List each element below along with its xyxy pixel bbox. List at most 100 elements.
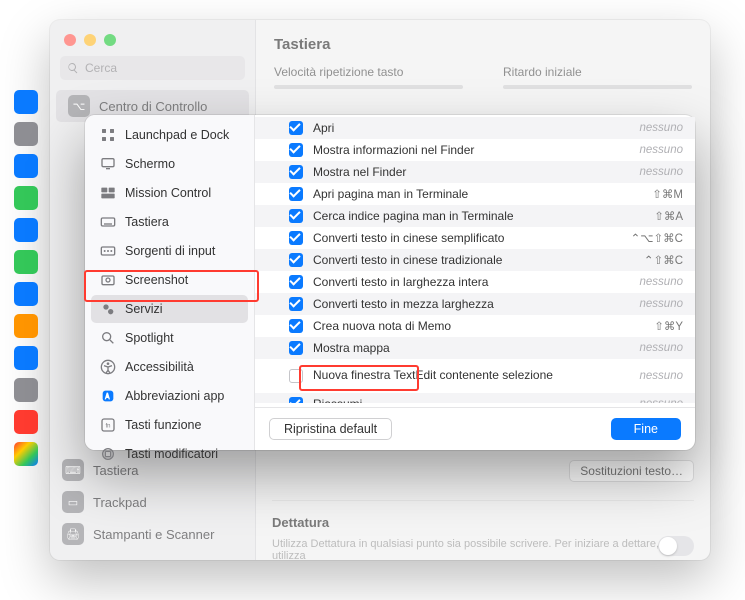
- row-shortcut[interactable]: ⌃⇧⌘C: [621, 253, 683, 267]
- search-icon: [67, 62, 79, 74]
- repeat-slider[interactable]: [274, 85, 463, 89]
- shortcut-row[interactable]: Mostra nel Finder nessuno: [255, 161, 695, 183]
- category-input[interactable]: Sorgenti di input: [91, 237, 248, 265]
- minimize-icon[interactable]: [84, 34, 96, 46]
- row-checkbox[interactable]: [289, 187, 303, 201]
- bg-icon: [14, 90, 38, 114]
- row-checkbox[interactable]: [289, 209, 303, 223]
- category-mission[interactable]: Mission Control: [91, 179, 248, 207]
- row-shortcut[interactable]: ⌃⌥⇧⌘C: [621, 231, 683, 245]
- category-label: Launchpad e Dock: [125, 128, 229, 142]
- row-checkbox[interactable]: [289, 341, 303, 355]
- slider-label-delay: Ritardo iniziale: [503, 65, 582, 79]
- slider-row: Velocità ripetizione tasto Ritardo inizi…: [256, 61, 710, 99]
- done-button[interactable]: Fine: [611, 418, 681, 440]
- row-label: Converti testo in cinese semplificato: [313, 231, 621, 245]
- shortcut-row[interactable]: Cerca indice pagina man in Terminale ⇧⌘A: [255, 205, 695, 227]
- shortcut-row[interactable]: Converti testo in larghezza intera nessu…: [255, 271, 695, 293]
- row-checkbox[interactable]: [289, 275, 303, 289]
- sidebar-item-label: Stampanti e Scanner: [93, 527, 214, 542]
- row-shortcut[interactable]: nessuno: [621, 370, 683, 382]
- category-label: Sorgenti di input: [125, 244, 215, 258]
- category-spotlight[interactable]: Spotlight: [91, 324, 248, 352]
- bg-icon: [14, 282, 38, 306]
- row-checkbox[interactable]: [289, 297, 303, 311]
- search-input[interactable]: Cerca: [60, 56, 245, 80]
- sidebar-item-trackpad[interactable]: ▭ Trackpad: [50, 486, 255, 518]
- bg-icon: [14, 314, 38, 338]
- dictation-desc: Utilizza Dettatura in qualsiasi punto si…: [272, 538, 694, 560]
- keyboard-icon: ⌨: [62, 459, 84, 481]
- row-checkbox[interactable]: [289, 253, 303, 267]
- shortcut-row[interactable]: Converti testo in cinese tradizionale ⌃⇧…: [255, 249, 695, 271]
- category-keyboard[interactable]: Tastiera: [91, 208, 248, 236]
- sidebar-item-printers[interactable]: 🖨 Stampanti e Scanner: [50, 518, 255, 550]
- keyboard-icon: [99, 213, 117, 231]
- shortcut-row[interactable]: Apri nessuno: [255, 117, 695, 139]
- row-checkbox[interactable]: [289, 143, 303, 157]
- row-shortcut[interactable]: ⇧⌘A: [621, 209, 683, 223]
- row-label: Converti testo in cinese tradizionale: [313, 253, 621, 267]
- row-label: Mostra informazioni nel Finder: [313, 143, 621, 157]
- category-label: Tastiera: [125, 215, 169, 229]
- row-label: Crea nuova nota di Memo: [313, 319, 621, 333]
- modifier-icon: [99, 445, 117, 463]
- accessibility-icon: [99, 358, 117, 376]
- row-shortcut[interactable]: nessuno: [621, 122, 683, 134]
- category-modifier[interactable]: Tasti modificatori: [91, 440, 248, 468]
- shortcuts-main: Apri nessuno Mostra informazioni nel Fin…: [255, 115, 695, 450]
- bg-icon: [14, 250, 38, 274]
- shortcut-row[interactable]: Crea nuova nota di Memo ⇧⌘Y: [255, 315, 695, 337]
- shortcut-rows: Apri nessuno Mostra informazioni nel Fin…: [255, 115, 695, 403]
- row-shortcut[interactable]: ⇧⌘Y: [621, 319, 683, 333]
- text-substitutions-button[interactable]: Sostituzioni testo…: [569, 460, 694, 482]
- window-controls[interactable]: [50, 20, 255, 56]
- shortcut-row[interactable]: Converti testo in cinese semplificato ⌃⌥…: [255, 227, 695, 249]
- category-display[interactable]: Schermo: [91, 150, 248, 178]
- bg-icon: [14, 410, 38, 434]
- category-label: Tasti modificatori: [125, 447, 218, 461]
- category-screenshot[interactable]: Screenshot: [91, 266, 248, 294]
- shortcut-row[interactable]: Mostra mappa nessuno: [255, 337, 695, 359]
- mission-icon: [99, 184, 117, 202]
- category-grid[interactable]: Launchpad e Dock: [91, 121, 248, 149]
- delay-slider[interactable]: [503, 85, 692, 89]
- shortcut-row[interactable]: Nuova finestra TextEdit contenente selez…: [255, 359, 695, 393]
- close-icon[interactable]: [64, 34, 76, 46]
- restore-defaults-button[interactable]: Ripristina default: [269, 418, 392, 440]
- category-fn[interactable]: fnTasti funzione: [91, 411, 248, 439]
- search-placeholder: Cerca: [85, 61, 117, 75]
- row-checkbox[interactable]: [289, 165, 303, 179]
- category-app[interactable]: Abbreviazioni app: [91, 382, 248, 410]
- slider-label-repeat: Velocità ripetizione tasto: [274, 65, 403, 79]
- shortcut-row[interactable]: Converti testo in mezza larghezza nessun…: [255, 293, 695, 315]
- row-checkbox[interactable]: [289, 397, 303, 403]
- row-shortcut[interactable]: nessuno: [621, 342, 683, 354]
- row-shortcut[interactable]: nessuno: [621, 298, 683, 310]
- sidebar-item-label: Centro di Controllo: [99, 99, 207, 114]
- row-label: Riassumi: [313, 397, 621, 403]
- shortcut-row[interactable]: Riassumi nessuno: [255, 393, 695, 403]
- row-shortcut[interactable]: nessuno: [621, 166, 683, 178]
- row-label: Apri pagina man in Terminale: [313, 187, 621, 201]
- trackpad-icon: ▭: [62, 491, 84, 513]
- input-icon: [99, 242, 117, 260]
- category-label: Mission Control: [125, 186, 211, 200]
- bg-icon-stack: [9, 90, 43, 466]
- row-checkbox[interactable]: [289, 231, 303, 245]
- category-accessibility[interactable]: Accessibilità: [91, 353, 248, 381]
- row-label: Apri: [313, 121, 621, 135]
- row-checkbox[interactable]: [289, 319, 303, 333]
- row-label: Converti testo in mezza larghezza: [313, 297, 621, 311]
- row-checkbox[interactable]: [289, 121, 303, 135]
- zoom-icon[interactable]: [104, 34, 116, 46]
- shortcut-row[interactable]: Mostra informazioni nel Finder nessuno: [255, 139, 695, 161]
- shortcut-row[interactable]: Apri pagina man in Terminale ⇧⌘M: [255, 183, 695, 205]
- dictation-toggle[interactable]: [658, 536, 694, 556]
- row-checkbox[interactable]: [289, 369, 303, 383]
- category-services[interactable]: Servizi: [91, 295, 248, 323]
- row-shortcut[interactable]: nessuno: [621, 398, 683, 403]
- row-shortcut[interactable]: ⇧⌘M: [621, 187, 683, 201]
- row-shortcut[interactable]: nessuno: [621, 276, 683, 288]
- row-shortcut[interactable]: nessuno: [621, 144, 683, 156]
